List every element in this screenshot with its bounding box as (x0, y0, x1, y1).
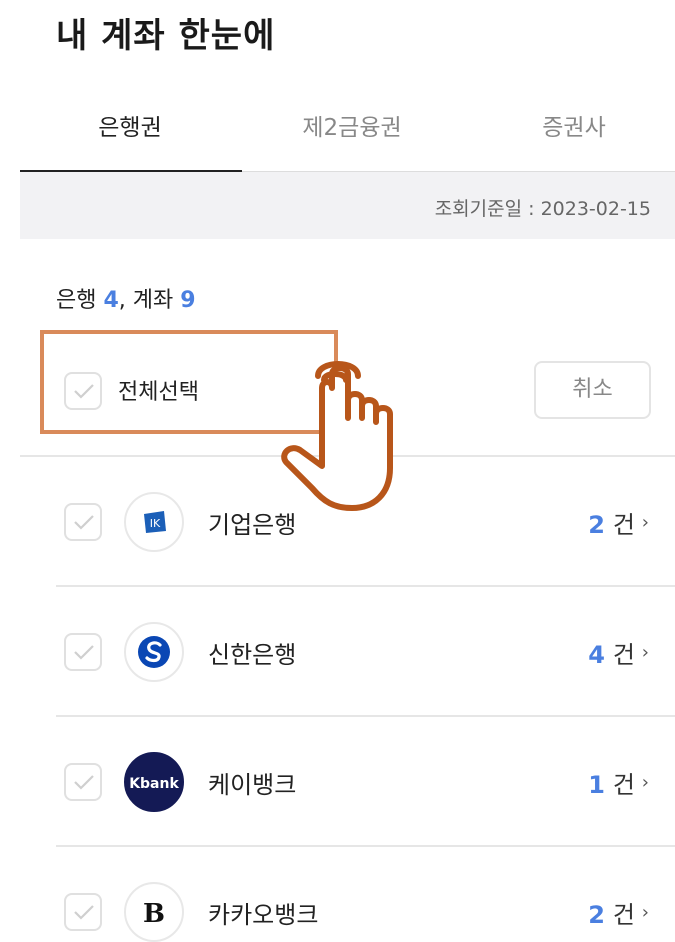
chevron-right-icon: › (641, 772, 649, 793)
bank-count: 4건 (588, 641, 635, 669)
bank-checkbox[interactable] (64, 633, 102, 671)
svg-text:B: B (143, 899, 165, 929)
bank-checkbox[interactable] (64, 503, 102, 541)
chevron-right-icon: › (641, 642, 649, 663)
check-icon (74, 515, 94, 530)
check-icon (74, 775, 94, 790)
shinhan-logo-icon (124, 622, 184, 682)
bank-name: 케이뱅크 (208, 771, 297, 799)
bank-label: 은행 (56, 288, 97, 313)
bank-count: 4 (103, 288, 119, 313)
bank-row-kbank[interactable]: Kbank 케이뱅크 1건 › (56, 717, 675, 847)
tab-banks[interactable]: 은행권 (20, 108, 240, 142)
lookup-date: 조회기준일 : 2023-02-15 (434, 198, 651, 220)
select-all-label[interactable]: 전체선택 (118, 374, 199, 406)
check-icon (74, 905, 94, 920)
date-bar: 조회기준일 : 2023-02-15 (20, 172, 675, 239)
chevron-right-icon: › (641, 512, 649, 533)
account-label: , 계좌 (118, 288, 174, 313)
select-all-checkbox[interactable] (64, 372, 102, 410)
svg-text:IK: IK (150, 517, 161, 530)
bank-count: 2건 (588, 901, 635, 929)
ibk-logo-icon: IK (124, 492, 184, 552)
check-icon (74, 645, 94, 660)
cancel-button[interactable]: 취소 (534, 361, 651, 419)
bank-checkbox[interactable] (64, 763, 102, 801)
pointing-hand-icon (281, 361, 393, 511)
page-title: 내 계좌 한눈에 (56, 16, 276, 56)
bank-name: 신한은행 (208, 641, 297, 669)
bank-checkbox[interactable] (64, 893, 102, 931)
bank-name: 카카오뱅크 (208, 901, 319, 929)
tab-secondary-finance[interactable]: 제2금융권 (242, 108, 462, 142)
kbank-logo-icon: Kbank (124, 752, 184, 812)
tab-bar: 은행권 제2금융권 증권사 (20, 88, 675, 173)
bank-row-kakaobank[interactable]: B 카카오뱅크 2건 › (56, 847, 675, 942)
svg-text:Kbank: Kbank (129, 776, 179, 792)
bank-count: 2건 (588, 511, 635, 539)
tab-securities[interactable]: 증권사 (464, 108, 675, 142)
account-count: 9 (180, 288, 196, 313)
check-icon (74, 384, 94, 399)
kakaobank-logo-icon: B (124, 882, 184, 942)
bank-row-shinhan[interactable]: 신한은행 4건 › (56, 587, 675, 717)
chevron-right-icon: › (641, 902, 649, 923)
bank-count: 1건 (588, 771, 635, 799)
account-summary: 은행 4, 계좌 9 (56, 282, 196, 314)
